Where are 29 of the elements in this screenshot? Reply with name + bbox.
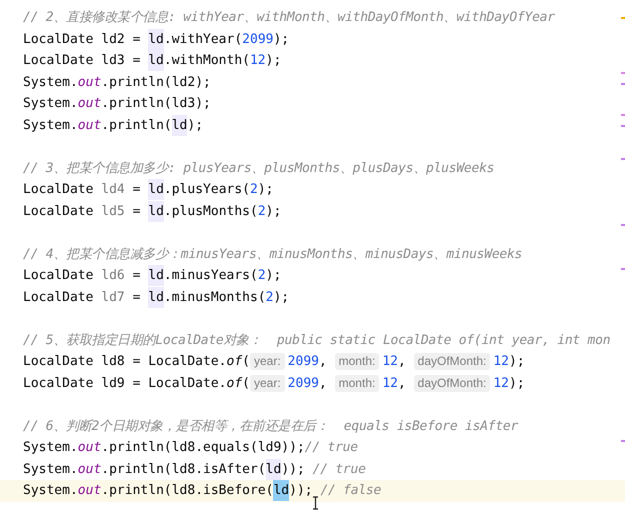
code-line: LocalDate ld2 = ld.withYear(2099); — [23, 28, 290, 50]
code-line: System.out.println(ld2); — [23, 74, 211, 92]
code-comment: // 4、把某个信息减多少：minusYears、minusMonths、minusDays、minusWeeks — [23, 246, 522, 264]
code-line: System.out.println(ld8.isBefore(ld)); // false — [23, 480, 382, 502]
error-stripe-marker — [621, 83, 625, 85]
code-line: LocalDate ld6 = ld.minusYears(2); — [23, 265, 282, 286]
code-line: LocalDate ld9 = LocalDate.of( year: 2099, month: 12, dayOfMonth: 12); — [23, 374, 525, 394]
code-comment: // 5、获取指定日期的LocalDate对象： public static LocalDate of(int year, int mon — [23, 332, 610, 350]
code-line: System.out.println(ld3); — [23, 95, 211, 114]
code-line: System.out.println(ld8.equals(ld9));// true — [23, 439, 358, 458]
code-comment: // 3、把某个信息加多少: plusYears、plusMonths、plusDays、plusWeeks — [23, 160, 494, 178]
code-line: LocalDate ld7 = ld.minusMonths(2); — [23, 286, 290, 308]
error-stripe-marker — [621, 268, 625, 270]
error-stripe-marker — [621, 17, 625, 19]
code-line: System.out.println(ld); — [23, 114, 204, 136]
code-line: LocalDate ld5 = ld.plusMonths(2); — [23, 200, 282, 222]
code-comment: // 2、直接修改某个信息: withYear、withMonth、withDayOfMonth、withDayOfYear — [23, 9, 555, 28]
error-stripe-marker — [621, 72, 625, 74]
text-cursor-icon — [312, 496, 319, 510]
code-line: LocalDate ld4 = ld.plusYears(2); — [23, 179, 274, 200]
code-line: LocalDate ld3 = ld.withMonth(12); — [23, 50, 282, 72]
error-stripe-marker — [621, 158, 625, 160]
code-line: System.out.println(ld8.isAfter(ld)); // true — [23, 458, 366, 480]
code-line: LocalDate ld8 = LocalDate.of( year: 2099, month: 12, dayOfMonth: 12); — [23, 352, 525, 372]
code-comment: // 6、判断2个日期对象，是否相等，在前还是在后： equals isBefore isAfter — [23, 418, 518, 436]
error-stripe-marker — [621, 440, 625, 442]
error-stripe-marker — [621, 114, 625, 116]
error-stripe-marker — [621, 125, 625, 127]
error-stripe-marker — [621, 224, 625, 226]
